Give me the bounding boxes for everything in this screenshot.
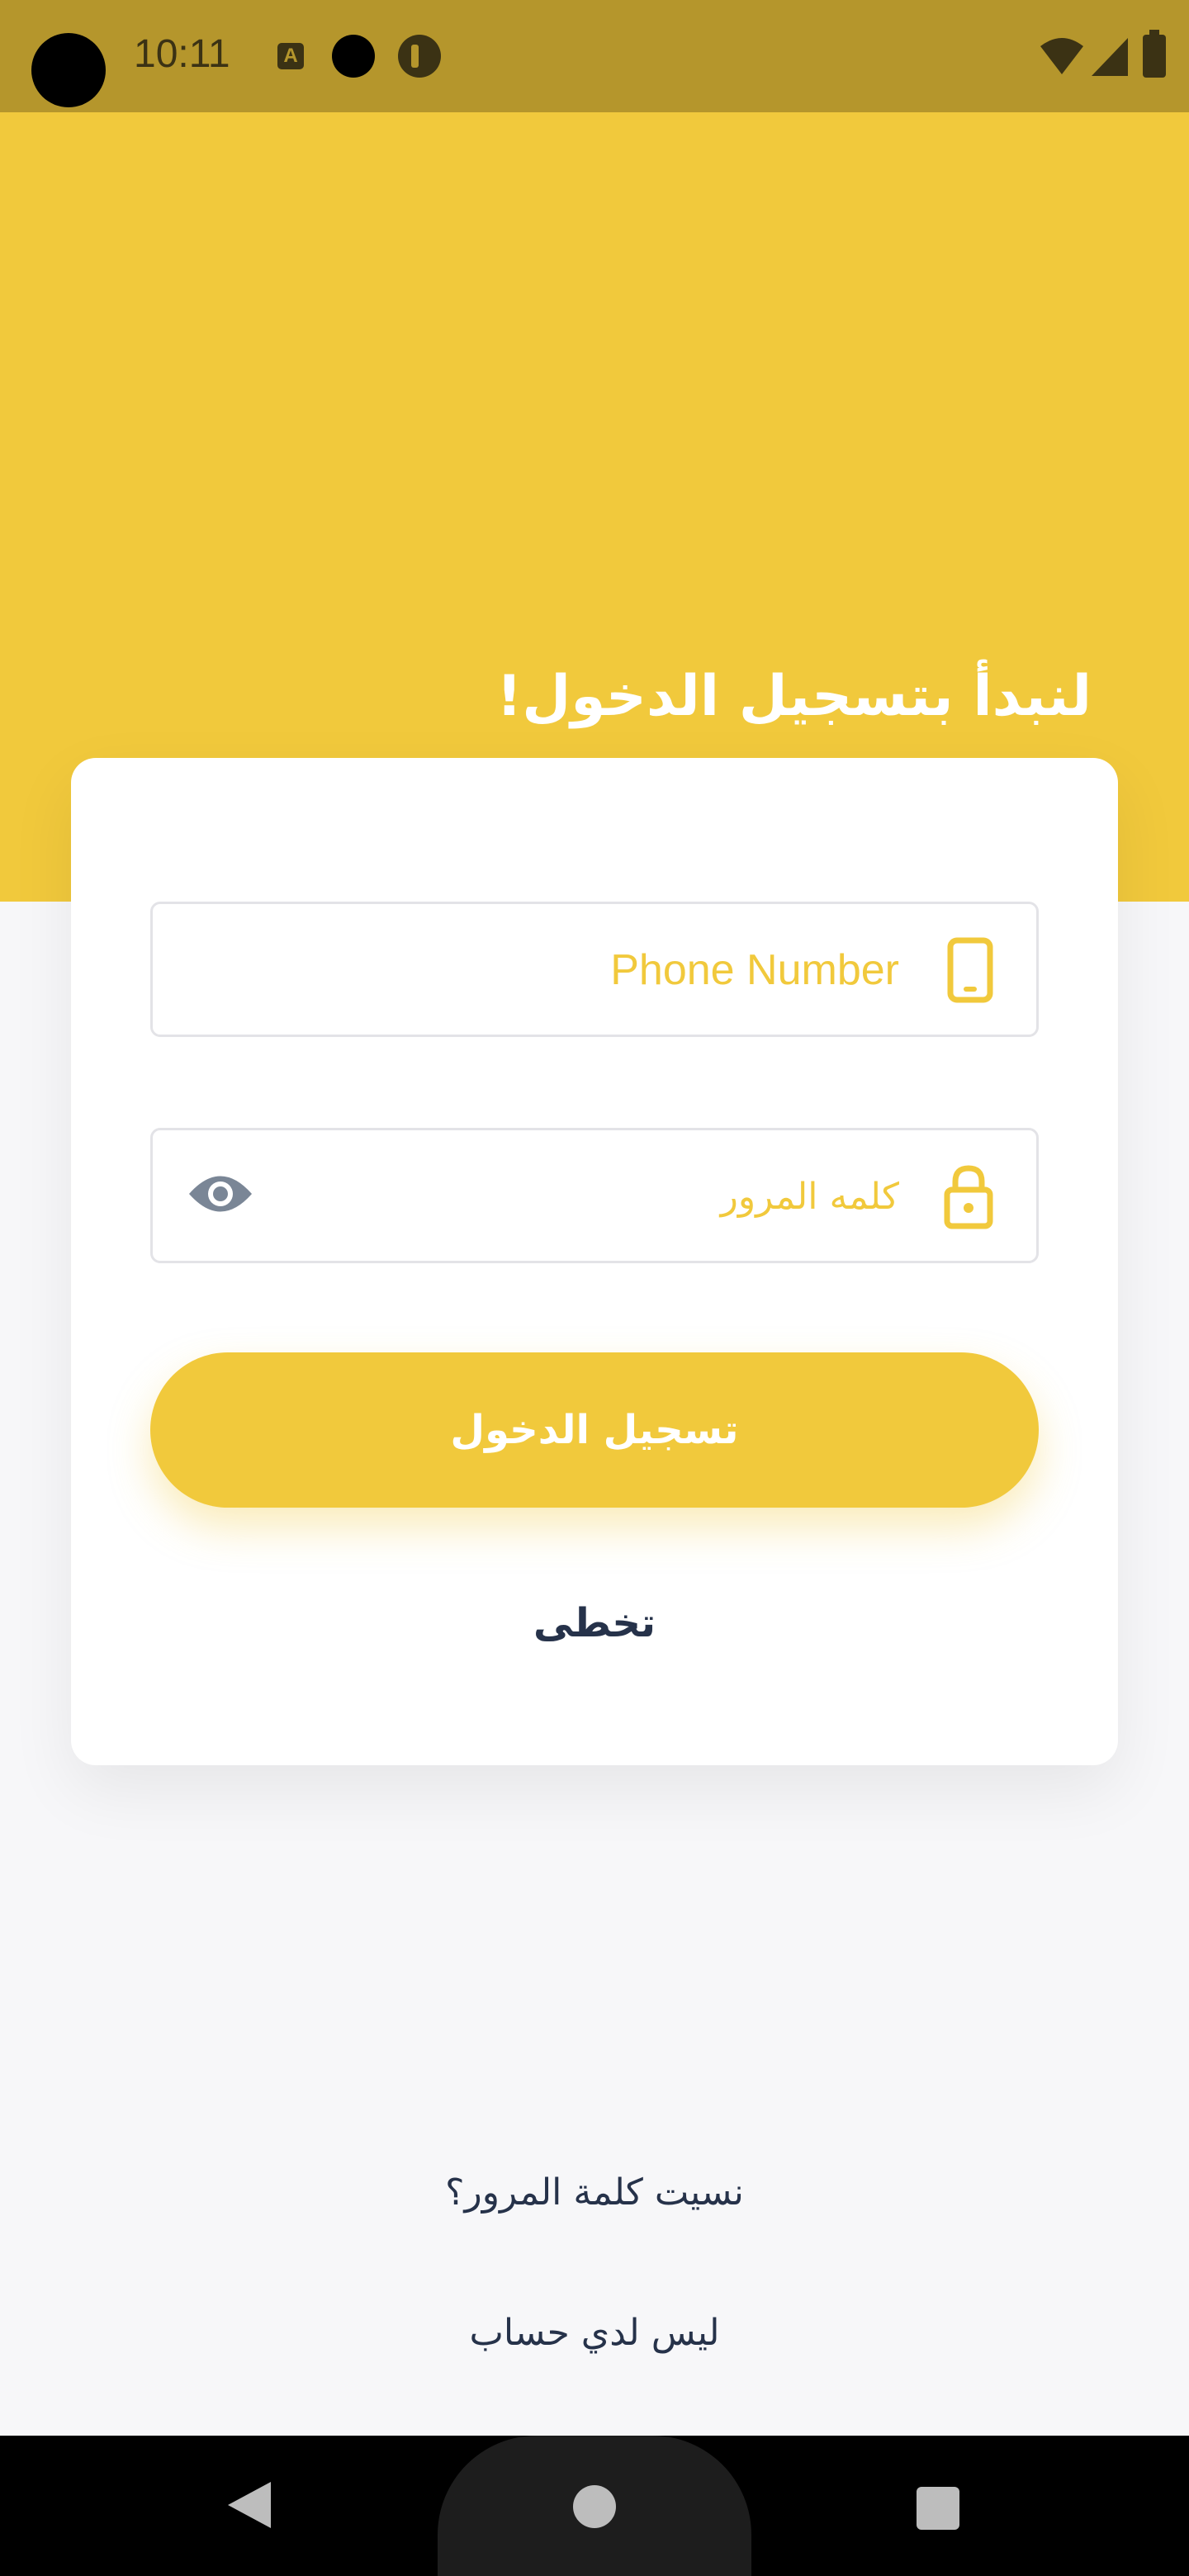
password-field [150,1128,1039,1263]
forgot-password-link[interactable]: نسيت كلمة المرور؟ [0,2171,1189,2214]
login-card: تسجيل الدخول تخطى [71,758,1118,1765]
status-time: 10:11 [134,32,230,76]
notification-dot-icon [332,35,375,78]
phone-input[interactable] [237,904,901,1036]
battery-icon [1143,30,1166,78]
wifi-icon [1040,38,1083,74]
phone-field [150,902,1039,1037]
camera-cutout [31,33,106,107]
page-title: لنبدأ بتسجيل الدخول! [496,664,1092,729]
login-button[interactable]: تسجيل الدخول [150,1352,1039,1508]
notification-a-icon: A [277,43,304,69]
phone-icon [947,937,993,1003]
skip-link[interactable]: تخطى [71,1600,1118,1646]
status-bar: 10:11 A [0,0,1189,112]
lock-icon [944,1165,993,1229]
password-input[interactable] [237,1130,901,1262]
navigation-bar [0,2436,1189,2576]
signal-icon [1092,38,1128,76]
recents-icon[interactable] [917,2487,959,2530]
home-icon[interactable] [573,2485,616,2528]
back-icon[interactable] [225,2479,274,2531]
notification-app-icon [398,35,441,78]
no-account-link[interactable]: ليس لدي حساب [0,2312,1189,2354]
